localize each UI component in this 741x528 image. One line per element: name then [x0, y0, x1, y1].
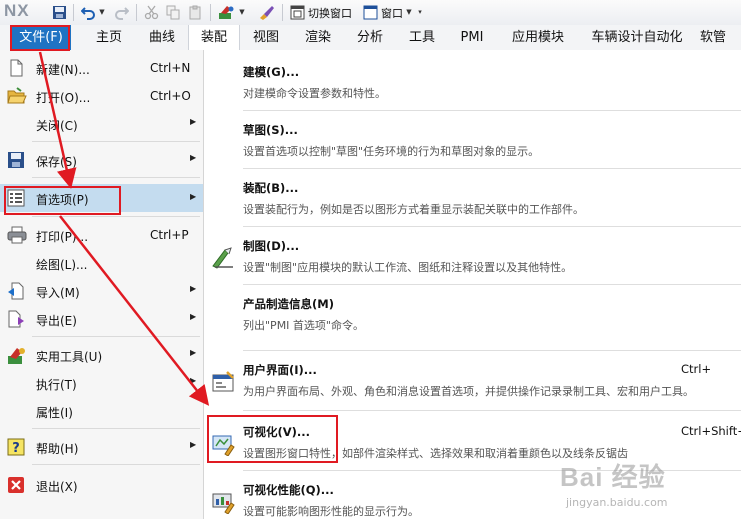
annotation-arrows	[38, 51, 210, 406]
annotation-arrow-to-visualization	[59, 215, 210, 406]
baidu-watermark: Bai 经验 jingyan.baidu.com	[560, 455, 741, 519]
watermark-url: jingyan.baidu.com	[566, 496, 668, 509]
annotation-arrow-to-preferences	[38, 51, 77, 189]
watermark-logo: Bai 经验	[560, 462, 666, 492]
